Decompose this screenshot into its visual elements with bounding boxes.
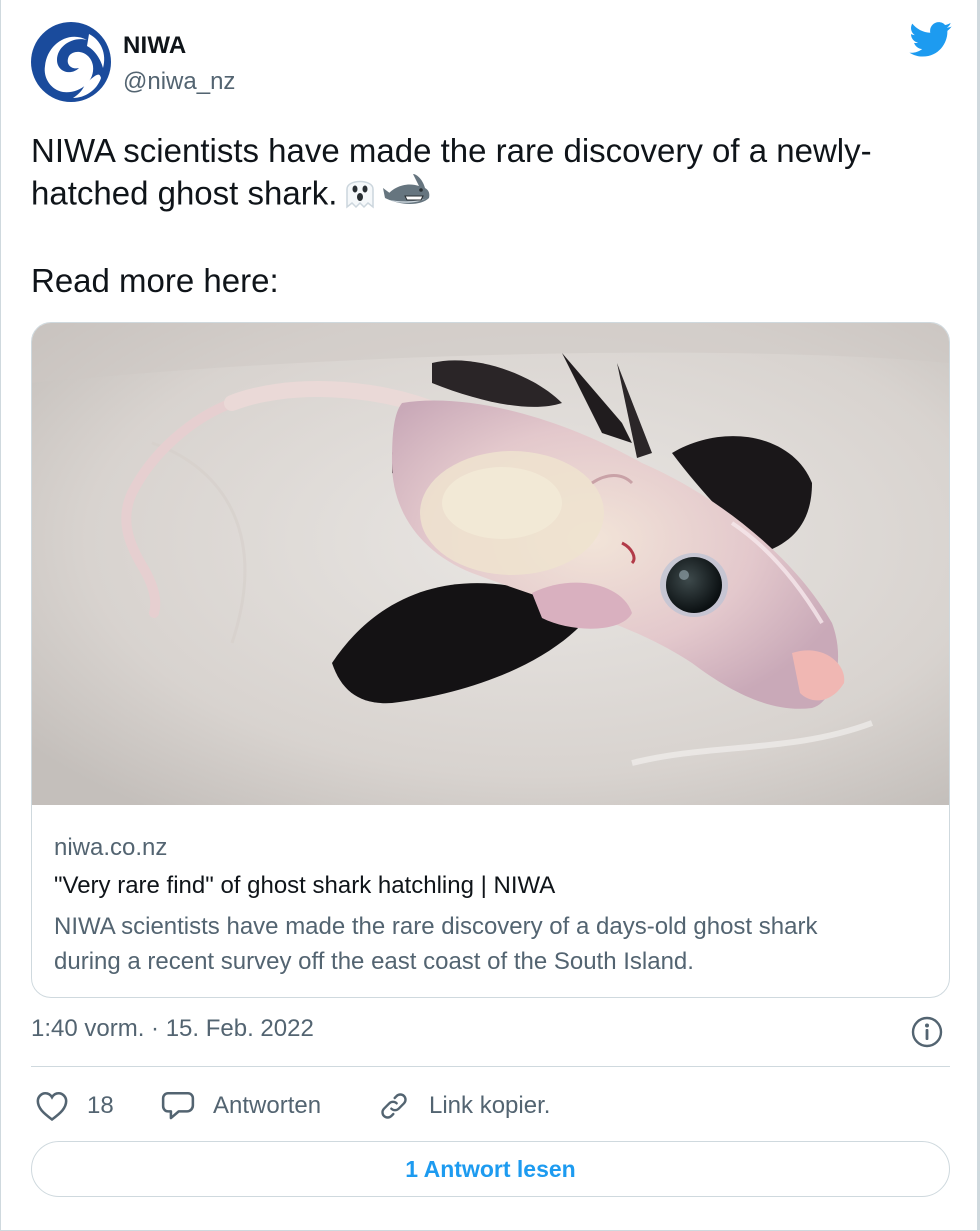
link-preview-card[interactable]: niwa.co.nz "Very rare find" of ghost sha… xyxy=(31,322,950,998)
like-button[interactable]: 18 xyxy=(35,1084,114,1128)
author-handle[interactable]: @niwa_nz xyxy=(123,68,235,96)
link-icon xyxy=(381,1093,407,1119)
tweet-actions: 18 Antworten Link kopier. xyxy=(31,1084,950,1128)
tweet-text: NIWA scientists have made the rare disco… xyxy=(31,130,951,220)
link-domain: niwa.co.nz xyxy=(54,834,168,861)
link-title: "Very rare find" of ghost shark hatchlin… xyxy=(54,872,556,899)
reply-label: Antworten xyxy=(213,1092,322,1119)
link-description-line-1: NIWA scientists have made the rare disco… xyxy=(54,913,818,940)
read-replies-button[interactable]: 1 Antwort lesen xyxy=(31,1141,950,1197)
heart-icon xyxy=(36,1091,68,1122)
tweet-line-2-text: hatched ghost shark. xyxy=(31,174,338,212)
link-description: NIWA scientists have made the rare disco… xyxy=(54,909,934,979)
divider xyxy=(31,1066,950,1067)
avatar[interactable] xyxy=(29,20,113,104)
ghost-emoji-icon xyxy=(343,173,377,219)
shark-emoji-icon xyxy=(383,172,431,220)
ghost-shark-photo[interactable] xyxy=(32,323,949,805)
tweet-header: NIWA @niwa_nz xyxy=(29,18,953,108)
link-description-line-2: during a recent survey off the east coas… xyxy=(54,948,694,975)
tweet-timestamp[interactable]: 1:40 vorm. · 15. Feb. 2022 xyxy=(31,1015,314,1043)
niwa-logo-icon xyxy=(29,20,113,104)
author-name[interactable]: NIWA xyxy=(123,32,186,60)
link-meta: niwa.co.nz "Very rare find" of ghost sha… xyxy=(54,831,934,979)
speech-bubble-icon xyxy=(161,1091,195,1120)
copy-link-label: Link kopier. xyxy=(429,1092,551,1119)
reply-button[interactable]: Antworten xyxy=(161,1084,321,1128)
tweet-line-1: NIWA scientists have made the rare disco… xyxy=(31,132,872,169)
twitter-bird-icon[interactable] xyxy=(909,22,953,58)
copy-link-button[interactable]: Link kopier. xyxy=(377,1084,550,1128)
tweet-embed: NIWA @niwa_nz NIWA scientists have made … xyxy=(0,0,980,1231)
like-count: 18 xyxy=(87,1092,114,1119)
tweet-line-2: hatched ghost shark. xyxy=(31,172,951,220)
read-more-text: Read more here: xyxy=(31,262,279,299)
info-icon[interactable] xyxy=(911,1016,943,1048)
